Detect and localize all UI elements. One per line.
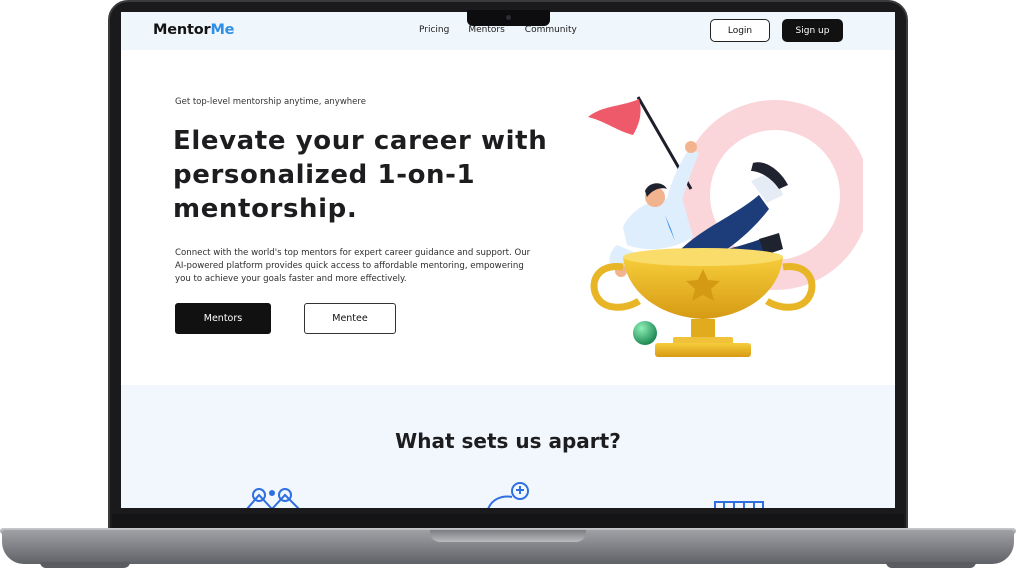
- nav-link-pricing[interactable]: Pricing: [419, 25, 449, 35]
- login-button[interactable]: Login: [710, 19, 770, 42]
- mentors-button[interactable]: Mentors: [175, 303, 271, 334]
- laptop-foot-right: [886, 562, 976, 568]
- features-section: What sets us apart?: [121, 385, 895, 508]
- brand-logo[interactable]: MentorMe: [153, 22, 235, 38]
- laptop-mockup: MentorMe Pricing Mentors Community Login…: [0, 0, 1016, 572]
- flag-icon: [588, 99, 641, 135]
- camera-notch: [467, 10, 550, 26]
- camera-icon: [506, 15, 511, 20]
- hero-headline: Elevate your career with personalized 1-…: [173, 126, 548, 224]
- hero-section: Get top-level mentorship anytime, anywhe…: [121, 50, 895, 385]
- logo-text: Mentor: [153, 22, 211, 38]
- logo-accent-text: Me: [210, 22, 235, 38]
- hero-tagline: Get top-level mentorship anytime, anywhe…: [175, 97, 366, 107]
- laptop-opening-notch: [430, 530, 586, 542]
- trophy-base: [655, 343, 751, 357]
- network-icon: [246, 488, 300, 508]
- green-ball: [633, 321, 657, 345]
- hero-description: Connect with the world's top mentors for…: [175, 248, 531, 284]
- nav-link-mentors[interactable]: Mentors: [468, 25, 504, 35]
- features-title: What sets us apart?: [395, 429, 621, 453]
- browser-viewport: MentorMe Pricing Mentors Community Login…: [121, 12, 895, 508]
- signup-button[interactable]: Sign up: [782, 19, 843, 42]
- nav-link-community[interactable]: Community: [525, 25, 577, 35]
- lightbulb-icon: [487, 482, 529, 508]
- laptop-foot-left: [40, 562, 130, 568]
- mentee-button[interactable]: Mentee: [304, 303, 396, 334]
- trophy-illustration: [588, 96, 863, 357]
- nav-links: Pricing Mentors Community: [419, 25, 577, 35]
- grid-icon: [714, 501, 764, 508]
